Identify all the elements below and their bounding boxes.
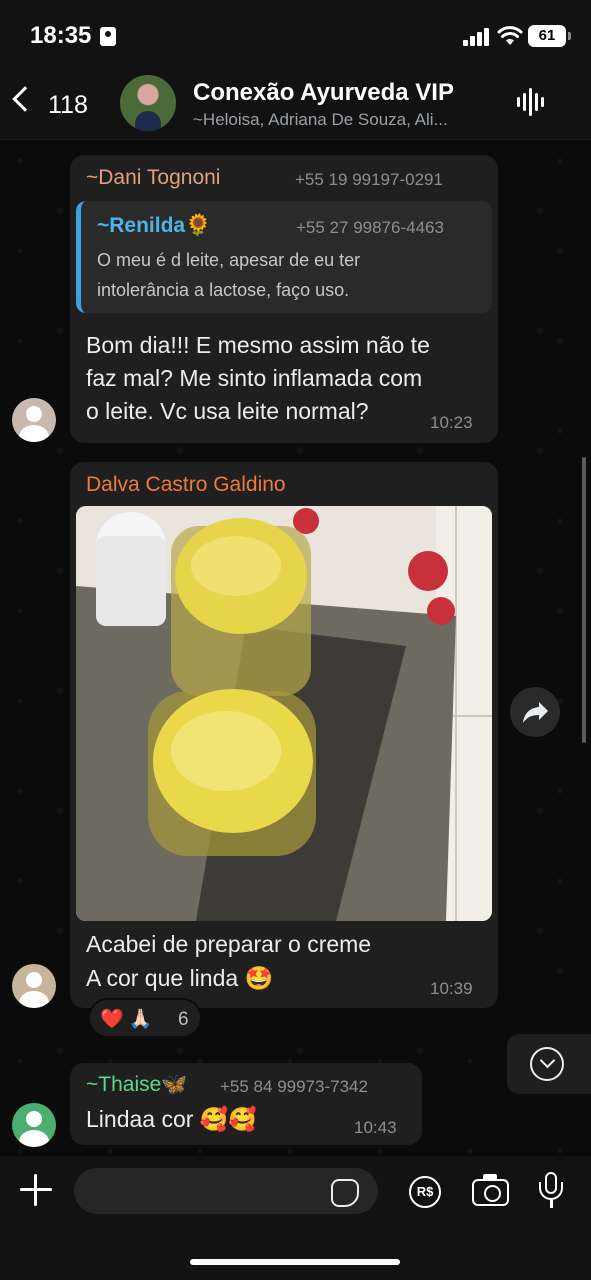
message-sender-phone: +55 19 99197-0291 [295,170,443,189]
status-bar: 18:35 61 [0,0,591,70]
jars-photo [76,506,492,921]
message-text-line: Acabei de preparar o creme [86,931,372,957]
battery-indicator: 61 [528,25,571,47]
quoted-phone: +55 27 99876-4463 [296,218,444,237]
scroll-to-bottom-button[interactable] [507,1034,591,1094]
message-text-line: Bom dia!!! E mesmo assim não te [86,332,430,358]
clock: 18:35 [30,22,92,49]
camera-icon[interactable] [472,1174,509,1206]
message-bubble[interactable]: ~Thaise🦋 +55 84 99973-7342 Lindaa cor 🥰🥰… [70,1063,422,1145]
microphone-icon[interactable] [538,1172,564,1212]
message-sender[interactable]: ~Thaise🦋 [86,1073,187,1097]
id-card-icon [100,27,116,46]
group-members[interactable]: ~Heloisa, Adriana De Souza, Ali... [193,110,448,130]
reaction-emojis: ❤️ 🙏🏻 [100,1009,153,1030]
chevron-down-icon [530,1047,564,1081]
message-text-line: o leite. Vc usa leite normal? [86,398,369,424]
composer-bar: R$ [0,1156,591,1280]
message-time: 10:39 [430,979,473,998]
attach-plus-icon[interactable] [18,1172,54,1208]
shared-photo[interactable] [76,506,492,921]
message-text: Lindaa cor 🥰🥰 [86,1106,258,1132]
voice-chat-icon[interactable] [515,88,547,116]
quoted-text-line: O meu é d leite, apesar de eu ter [97,250,361,270]
share-arrow-icon [523,702,548,723]
reaction-pill[interactable]: ❤️ 🙏🏻 6 [88,998,202,1038]
message-time: 10:23 [430,413,473,432]
message-sender[interactable]: Dalva Castro Galdino [86,473,286,497]
avatar[interactable] [12,1103,56,1147]
message-text-line: A cor que linda 🤩 [86,965,274,991]
chat-area[interactable]: ~Dani Tognoni +55 19 99197-0291 ~Renilda… [0,141,591,1156]
quoted-sender: ~Renilda🌻 [97,214,212,237]
scrollbar[interactable] [582,457,586,743]
quoted-message[interactable]: ~Renilda🌻 +55 27 99876-4463 O meu é d le… [76,201,492,313]
chevron-left-icon [12,86,38,112]
message-time: 10:43 [354,1118,397,1137]
message-text-line: faz mal? Me sinto inflamada com [86,365,423,391]
avatar[interactable] [12,964,56,1008]
back-button[interactable]: 118 [12,84,102,124]
message-sender[interactable]: ~Dani Tognoni [86,166,220,190]
group-title[interactable]: Conexão Ayurveda VIP [193,79,454,107]
group-avatar[interactable] [120,75,176,131]
forward-button[interactable] [510,687,560,737]
chat-header: 118 Conexão Ayurveda VIP ~Heloisa, Adria… [0,70,591,140]
message-sender-phone: +55 84 99973-7342 [220,1077,368,1096]
wifi-icon [497,26,523,45]
avatar[interactable] [12,398,56,442]
payment-icon[interactable]: R$ [409,1176,441,1208]
message-bubble[interactable]: ~Dani Tognoni +55 19 99197-0291 ~Renilda… [70,155,498,443]
cellular-signal-icon [463,28,491,46]
message-bubble[interactable]: Dalva Castro Galdino Acabei de preparar … [70,462,498,1008]
home-indicator[interactable] [190,1259,400,1265]
sticker-icon[interactable] [331,1179,359,1207]
unread-count: 118 [48,91,88,119]
quoted-text-line: intolerância a lactose, faço uso. [97,280,350,300]
reaction-count: 6 [178,1009,189,1030]
